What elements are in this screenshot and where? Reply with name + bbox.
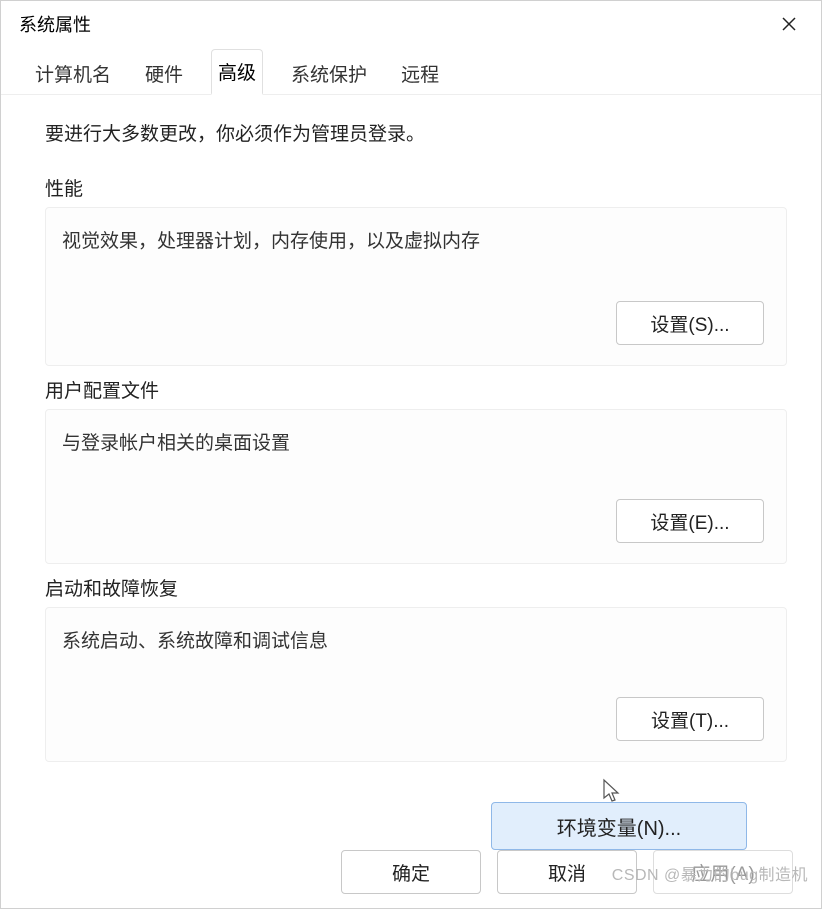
performance-desc: 视觉效果，处理器计划，内存使用，以及虚拟内存 bbox=[62, 226, 764, 253]
tab-content-advanced: 要进行大多数更改，你必须作为管理员登录。 性能 视觉效果，处理器计划，内存使用，… bbox=[1, 94, 821, 850]
user-profiles-desc: 与登录帐户相关的桌面设置 bbox=[62, 428, 764, 455]
dialog-footer: 确定 取消 应用(A) bbox=[1, 850, 821, 914]
apply-button[interactable]: 应用(A) bbox=[653, 850, 793, 894]
startup-recovery-desc: 系统启动、系统故障和调试信息 bbox=[62, 626, 764, 653]
performance-settings-button[interactable]: 设置(S)... bbox=[616, 301, 764, 345]
admin-info-text: 要进行大多数更改，你必须作为管理员登录。 bbox=[45, 119, 787, 146]
user-profiles-group: 用户配置文件 与登录帐户相关的桌面设置 设置(E)... bbox=[45, 376, 787, 564]
system-properties-dialog: 系统属性 计算机名 硬件 高级 系统保护 远程 要进行大多数更改，你必须作为管理… bbox=[0, 0, 822, 909]
tab-system-protection[interactable]: 系统保护 bbox=[285, 52, 373, 95]
close-icon bbox=[782, 17, 796, 31]
tab-advanced[interactable]: 高级 bbox=[211, 49, 263, 95]
user-profiles-box: 与登录帐户相关的桌面设置 设置(E)... bbox=[45, 409, 787, 564]
performance-group: 性能 视觉效果，处理器计划，内存使用，以及虚拟内存 设置(S)... bbox=[45, 174, 787, 366]
performance-box: 视觉效果，处理器计划，内存使用，以及虚拟内存 设置(S)... bbox=[45, 207, 787, 366]
startup-recovery-title: 启动和故障恢复 bbox=[45, 574, 787, 601]
close-button[interactable] bbox=[773, 8, 805, 40]
cancel-button[interactable]: 取消 bbox=[497, 850, 637, 894]
tab-remote[interactable]: 远程 bbox=[395, 52, 445, 95]
performance-title: 性能 bbox=[45, 174, 787, 201]
environment-variables-button[interactable]: 环境变量(N)... bbox=[491, 802, 747, 850]
tab-bar: 计算机名 硬件 高级 系统保护 远程 bbox=[1, 45, 821, 95]
titlebar: 系统属性 bbox=[1, 1, 821, 45]
dialog-title: 系统属性 bbox=[19, 11, 91, 37]
startup-recovery-group: 启动和故障恢复 系统启动、系统故障和调试信息 设置(T)... bbox=[45, 574, 787, 762]
user-profiles-title: 用户配置文件 bbox=[45, 376, 787, 403]
ok-button[interactable]: 确定 bbox=[341, 850, 481, 894]
user-profiles-settings-button[interactable]: 设置(E)... bbox=[616, 499, 764, 543]
tab-computer-name[interactable]: 计算机名 bbox=[29, 52, 117, 95]
startup-recovery-settings-button[interactable]: 设置(T)... bbox=[616, 697, 764, 741]
tab-hardware[interactable]: 硬件 bbox=[139, 52, 189, 95]
startup-recovery-box: 系统启动、系统故障和调试信息 设置(T)... bbox=[45, 607, 787, 762]
env-vars-row: 环境变量(N)... bbox=[45, 772, 787, 850]
